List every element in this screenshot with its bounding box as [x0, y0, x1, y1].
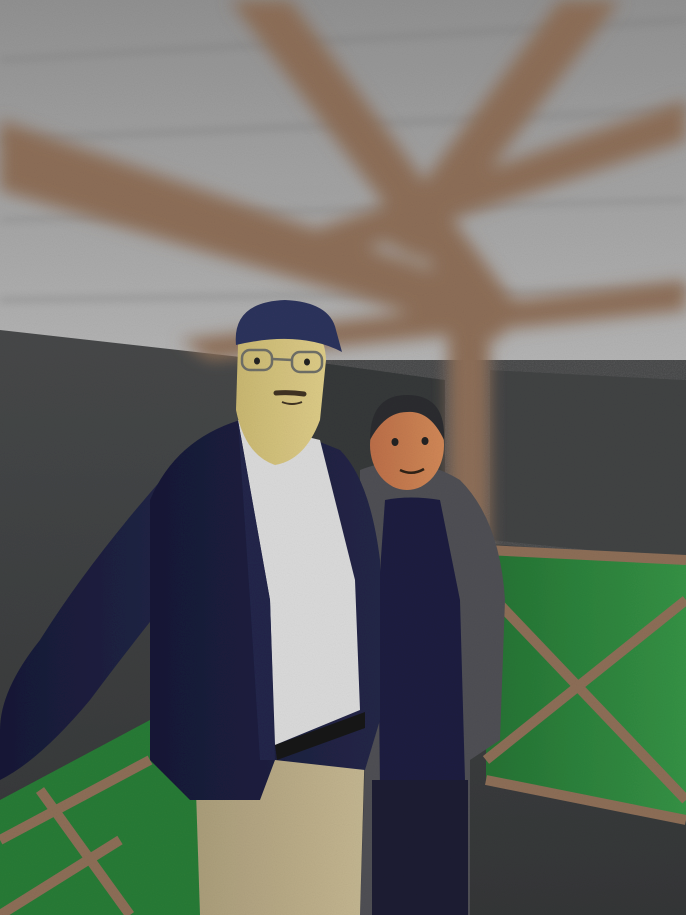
photo-scene — [0, 0, 686, 915]
scene-illustration — [0, 0, 686, 915]
